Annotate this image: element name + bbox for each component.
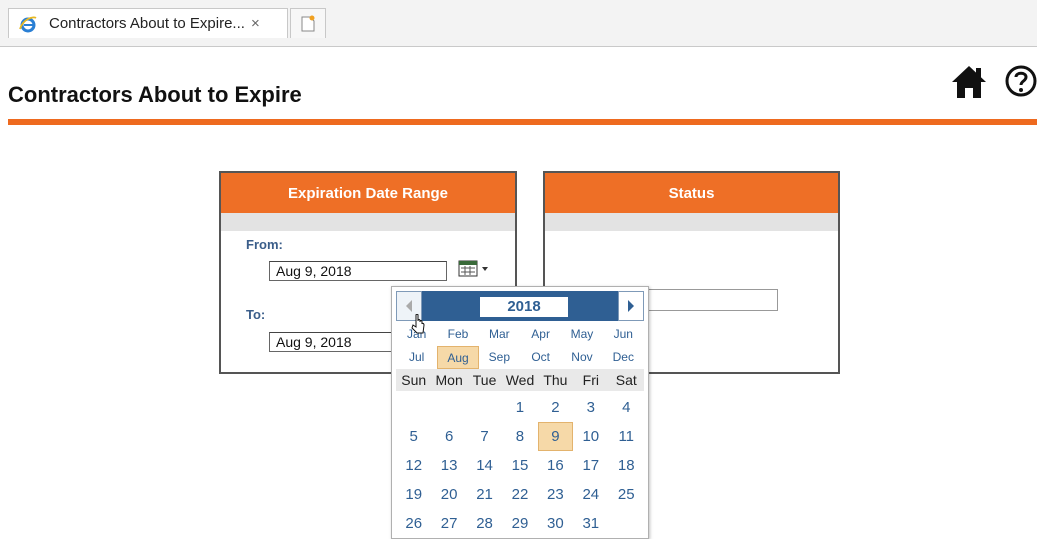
week-row: 1234 [396, 393, 644, 422]
month-row: Jul Aug Sep Oct Nov Dec [396, 346, 644, 369]
day-30[interactable]: 30 [538, 509, 573, 538]
page-title: Contractors About to Expire [8, 82, 302, 107]
day-17[interactable]: 17 [573, 451, 608, 480]
browser-tab-strip: Contractors About to Expire... × [0, 0, 1037, 47]
month-row: Jan Feb Mar Apr May Jun [396, 323, 644, 346]
day-11[interactable]: 11 [609, 422, 644, 451]
browser-tab-title: Contractors About to Expire... [49, 15, 245, 32]
day-7[interactable]: 7 [467, 422, 502, 451]
day-15[interactable]: 15 [502, 451, 537, 480]
weekday-thu: Thu [543, 372, 568, 388]
day-21[interactable]: 21 [467, 480, 502, 509]
next-year-button[interactable] [618, 291, 644, 321]
weekday-fri: Fri [582, 372, 599, 388]
month-mar[interactable]: Mar [479, 323, 520, 346]
prev-year-icon [406, 300, 412, 312]
weekday-tue: Tue [472, 372, 497, 388]
day-26[interactable]: 26 [396, 509, 431, 538]
day-12[interactable]: 12 [396, 451, 431, 480]
status-panel-subheader [545, 213, 838, 231]
month-jul[interactable]: Jul [396, 346, 437, 369]
day-24[interactable]: 24 [573, 480, 608, 509]
header-divider [8, 119, 1037, 125]
day-25[interactable]: 25 [609, 480, 644, 509]
weekday-header: Sun Mon Tue Wed Thu Fri Sat [396, 369, 644, 391]
ie-icon [19, 15, 37, 33]
day-empty [396, 393, 431, 422]
month-aug[interactable]: Aug [437, 346, 479, 369]
mouse-cursor-icon [410, 313, 426, 336]
weekday-sat: Sat [615, 372, 637, 388]
day-5[interactable]: 5 [396, 422, 431, 451]
week-row: 26 27 28 29 30 31 [396, 509, 644, 538]
weekday-sun: Sun [401, 372, 427, 388]
day-27[interactable]: 27 [431, 509, 466, 538]
calendar-year-nav: 2018 [396, 291, 644, 321]
date-picker-popup: 2018 Jan Feb Mar Apr May Jun Jul Aug Sep Oct Nov D… [391, 286, 649, 539]
day-10[interactable]: 10 [573, 422, 608, 451]
calendar-icon [458, 260, 488, 277]
expiration-panel-header: Expiration Date Range [221, 173, 515, 213]
week-row: 19 20 21 22 23 24 25 [396, 480, 644, 509]
expiration-panel-subheader [221, 213, 515, 231]
day-22[interactable]: 22 [502, 480, 537, 509]
day-grid: 1 2 3 4 5 6 7 8 9 10 11 12 13 14 15 16 17 18 19 20 21 22 23 24 2… [396, 393, 644, 538]
new-tab-button[interactable] [290, 8, 326, 38]
day-19[interactable]: 19 [396, 480, 431, 509]
day-6[interactable]: 6 [431, 422, 466, 451]
day-9[interactable]: 9 [537, 422, 574, 451]
day-1[interactable]: 1 [502, 393, 537, 422]
week-row: 5 6 7 8 9 10 11 [396, 422, 644, 451]
weekday-mon: Mon [435, 372, 463, 388]
day-20[interactable]: 20 [431, 480, 466, 509]
day-4[interactable]: 4 [609, 393, 644, 422]
from-calendar-button[interactable] [457, 258, 491, 280]
day-14[interactable]: 14 [467, 451, 502, 480]
browser-tab[interactable]: Contractors About to Expire... × [8, 8, 288, 38]
day-16[interactable]: 16 [538, 451, 573, 480]
month-sep[interactable]: Sep [479, 346, 520, 369]
from-label: From: [246, 237, 283, 252]
day-18[interactable]: 18 [609, 451, 644, 480]
day-empty [609, 509, 644, 538]
month-grid: Jan Feb Mar Apr May Jun Jul Aug Sep Oct Nov Dec [396, 323, 644, 369]
week-row: 12 13 14 15 16 17 18 [396, 451, 644, 480]
day-8[interactable]: 8 [502, 422, 537, 451]
new-tab-icon [301, 15, 315, 31]
close-tab-icon[interactable]: × [251, 15, 260, 32]
calendar-year[interactable]: 2018 [480, 297, 568, 317]
month-feb[interactable]: Feb [437, 323, 478, 346]
weekday-wed: Wed [505, 372, 535, 388]
day-2[interactable]: 2 [538, 393, 573, 422]
from-date-input[interactable]: Aug 9, 2018 [269, 261, 447, 281]
day-empty [467, 393, 502, 422]
month-dec[interactable]: Dec [603, 346, 644, 369]
home-icon[interactable] [950, 64, 988, 100]
month-nov[interactable]: Nov [561, 346, 602, 369]
next-year-icon [628, 300, 634, 312]
day-3[interactable]: 3 [573, 393, 608, 422]
day-13[interactable]: 13 [431, 451, 466, 480]
month-may[interactable]: May [561, 323, 602, 346]
status-input[interactable] [648, 289, 778, 311]
month-apr[interactable]: Apr [520, 323, 561, 346]
to-label: To: [246, 307, 266, 322]
status-panel-header: Status [545, 173, 838, 213]
month-jun[interactable]: Jun [603, 323, 644, 346]
day-empty [431, 393, 466, 422]
day-23[interactable]: 23 [538, 480, 573, 509]
day-29[interactable]: 29 [502, 509, 537, 538]
help-icon[interactable] [1004, 64, 1037, 98]
month-oct[interactable]: Oct [520, 346, 561, 369]
day-28[interactable]: 28 [467, 509, 502, 538]
day-31[interactable]: 31 [573, 509, 608, 538]
